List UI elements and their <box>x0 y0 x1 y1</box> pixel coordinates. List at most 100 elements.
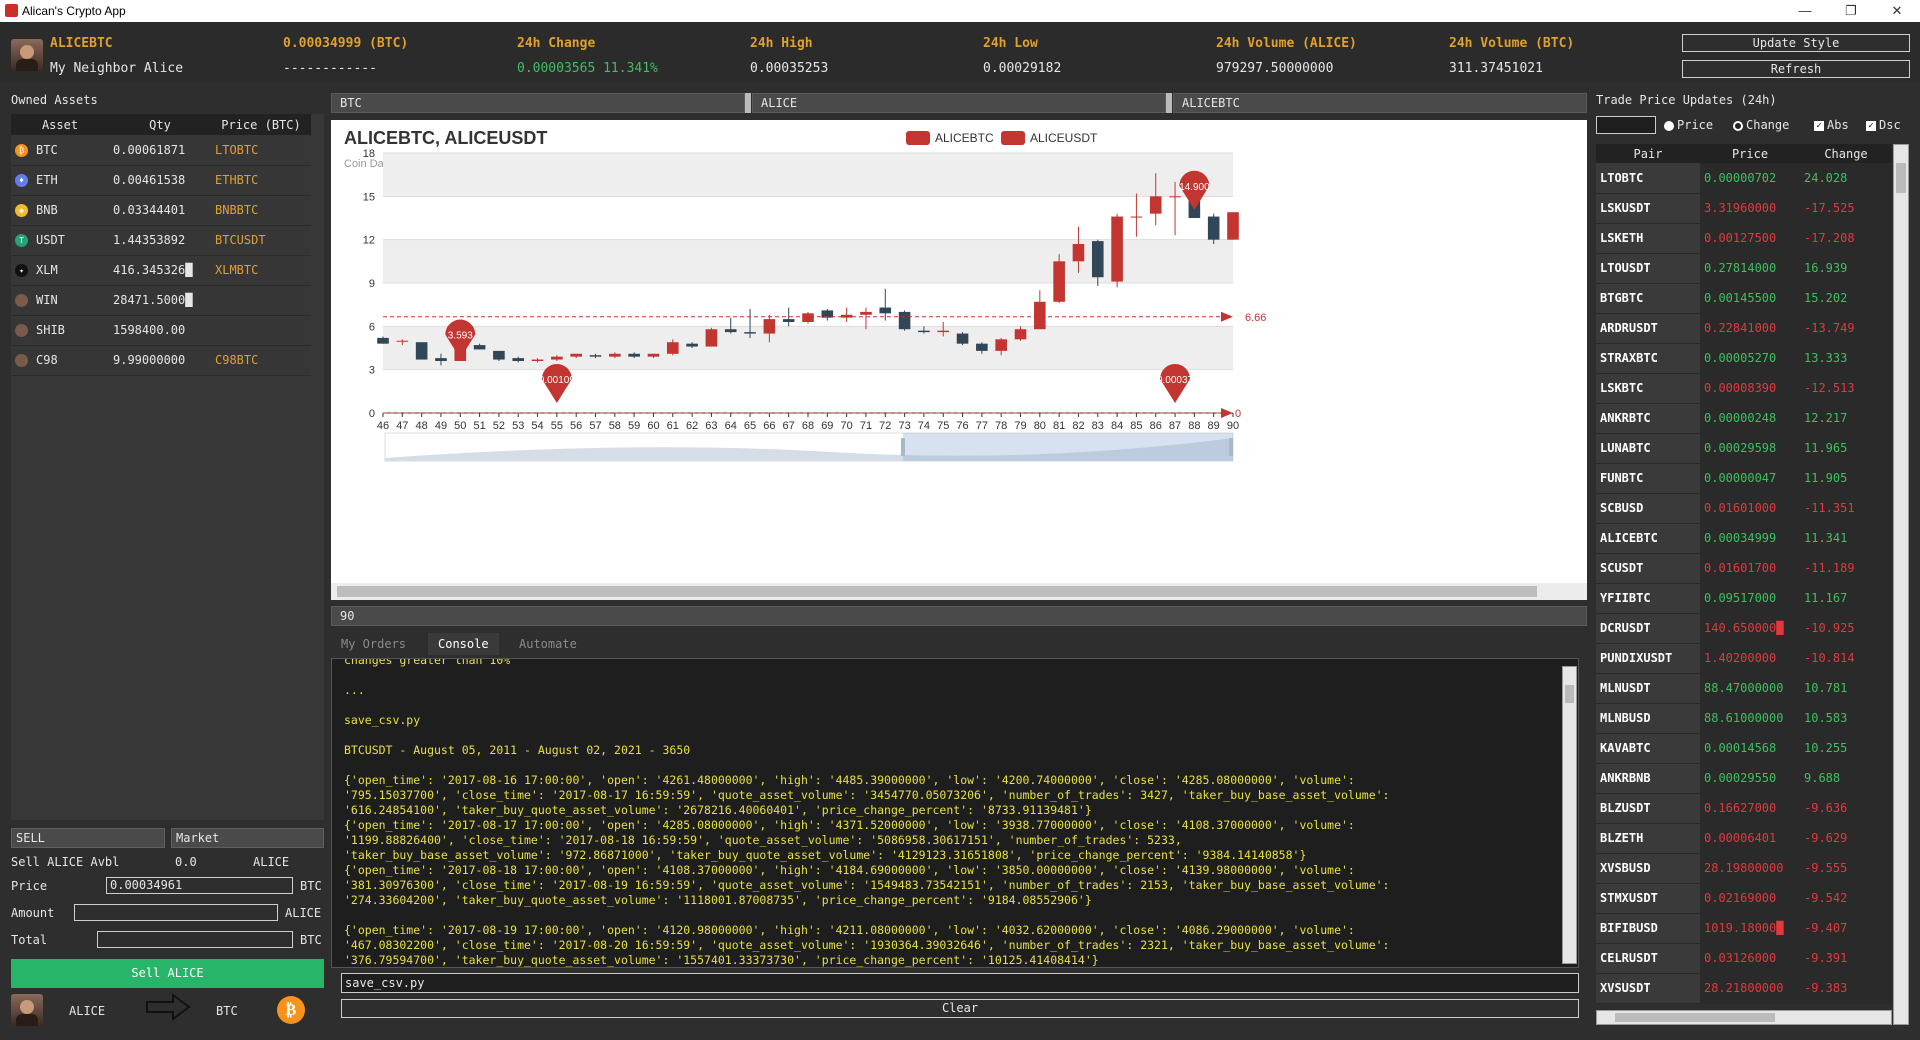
trade-pair[interactable]: ALICEBTC <box>1596 523 1700 554</box>
close-button[interactable]: ✕ <box>1874 0 1920 22</box>
trade-pair[interactable]: BLZUSDT <box>1596 793 1700 824</box>
total-input[interactable] <box>97 931 293 948</box>
price-pair-cell[interactable]: BNBBTC <box>211 195 311 226</box>
price-pair-cell[interactable]: BTCUSDT <box>211 225 311 256</box>
trade-pair[interactable]: STMXUSDT <box>1596 883 1700 914</box>
asset-row[interactable]: C98 9.99000000 C98BTC <box>11 345 311 376</box>
minimize-button[interactable]: — <box>1782 0 1828 22</box>
trade-row[interactable]: KAVABTC 0.00014568 10.255 <box>1596 733 1892 764</box>
col-pair[interactable]: Pair <box>1596 144 1700 163</box>
sell-button[interactable]: Sell ALICE <box>11 959 324 988</box>
trade-row[interactable]: PUNDIXUSDT 1.40200000 -10.814 <box>1596 643 1892 674</box>
trade-pair[interactable]: LSKETH <box>1596 223 1700 254</box>
trade-pair[interactable]: XVSUSDT <box>1596 973 1700 1004</box>
trade-row[interactable]: XVSUSDT 28.21800000 -9.383 <box>1596 973 1892 1004</box>
trade-pair[interactable]: LUNABTC <box>1596 433 1700 464</box>
price-pair-cell[interactable] <box>211 315 311 346</box>
tab-alicebtc[interactable]: ALICEBTC <box>1173 93 1587 113</box>
col-trade-price[interactable]: Price <box>1700 144 1800 163</box>
console-input[interactable]: save_csv.py <box>341 973 1579 993</box>
asset-row[interactable]: ✦ XLM 416.345326█ XLMBTC <box>11 255 311 286</box>
trade-pair[interactable]: YFIIBTC <box>1596 583 1700 614</box>
tab-console[interactable]: Console <box>428 633 499 655</box>
asset-row[interactable]: SHIB 1598400.00 <box>11 315 311 346</box>
console-vscroll-thumb[interactable] <box>1565 685 1574 703</box>
trade-row[interactable]: SCBUSD 0.01601000 -11.351 <box>1596 493 1892 524</box>
trade-pair[interactable]: ANKRBNB <box>1596 763 1700 794</box>
tab-alice[interactable]: ALICE <box>752 93 1166 113</box>
trade-pair[interactable]: LSKBTC <box>1596 373 1700 404</box>
trade-pair[interactable]: CELRUSDT <box>1596 943 1700 974</box>
trade-pair[interactable]: SCBUSD <box>1596 493 1700 524</box>
trade-pair[interactable]: ARDRUSDT <box>1596 313 1700 344</box>
trades-vscroll[interactable] <box>1893 144 1909 1025</box>
trade-row[interactable]: XVSBUSD 28.19800000 -9.555 <box>1596 853 1892 884</box>
price-pair-cell[interactable]: C98BTC <box>211 345 311 376</box>
trade-pair[interactable]: PUNDIXUSDT <box>1596 643 1700 674</box>
sort-change-radio[interactable]: Change <box>1733 118 1789 132</box>
sort-price-radio[interactable]: Price <box>1664 118 1713 132</box>
col-change[interactable]: Change <box>1800 144 1892 163</box>
trade-row[interactable]: BTGBTC 0.00145500 15.202 <box>1596 283 1892 314</box>
trade-row[interactable]: SCUSDT 0.01601700 -11.189 <box>1596 553 1892 584</box>
price-pair-cell[interactable]: LTOBTC <box>211 135 311 166</box>
tab-divider[interactable] <box>1166 93 1172 113</box>
side-select[interactable]: SELL <box>11 828 165 848</box>
trade-row[interactable]: ARDRUSDT 0.22841000 -13.749 <box>1596 313 1892 344</box>
asset-row[interactable]: ♦ ETH 0.00461538 ETHBTC <box>11 165 311 196</box>
trade-row[interactable]: ANKRBTC 0.00000248 12.217 <box>1596 403 1892 434</box>
trades-hscroll-thumb[interactable] <box>1615 1013 1775 1022</box>
trade-row[interactable]: BIFIBUSD 1019.18000█ -9.407 <box>1596 913 1892 944</box>
trade-row[interactable]: LTOUSDT 0.27814000 16.939 <box>1596 253 1892 284</box>
price-input[interactable]: 0.00034961 <box>106 877 293 894</box>
trades-vscroll-thumb[interactable] <box>1896 163 1906 193</box>
trade-pair[interactable]: ANKRBTC <box>1596 403 1700 434</box>
trade-row[interactable]: LSKUSDT 3.31960000 -17.525 <box>1596 193 1892 224</box>
trade-pair[interactable]: FUNBTC <box>1596 463 1700 494</box>
clear-button[interactable]: Clear <box>341 999 1579 1018</box>
trade-row[interactable]: BLZETH 0.00006401 -9.629 <box>1596 823 1892 854</box>
tab-my-orders[interactable]: My Orders <box>331 633 417 655</box>
col-price[interactable]: Price (BTC) <box>211 114 311 135</box>
trades-hscroll[interactable] <box>1596 1010 1892 1025</box>
trade-row[interactable]: LUNABTC 0.00029598 11.965 <box>1596 433 1892 464</box>
asset-row[interactable]: WIN 28471.5000█ <box>11 285 311 316</box>
trade-pair[interactable]: BLZETH <box>1596 823 1700 854</box>
tab-divider[interactable] <box>745 93 751 113</box>
trade-row[interactable]: YFIIBTC 0.09517000 11.167 <box>1596 583 1892 614</box>
candlestick-chart[interactable]: 036912151846 47 48 49 50 51 52 53 54 55 56 57 58 59 60… <box>331 120 1587 590</box>
price-pair-cell[interactable]: XLMBTC <box>211 255 311 286</box>
trade-pair[interactable]: STRAXBTC <box>1596 343 1700 374</box>
col-qty[interactable]: Qty <box>109 114 211 135</box>
update-style-button[interactable]: Update Style <box>1682 34 1910 52</box>
trade-pair[interactable]: LTOBTC <box>1596 163 1700 194</box>
price-pair-cell[interactable]: ETHBTC <box>211 165 311 196</box>
refresh-button[interactable]: Refresh <box>1682 60 1910 78</box>
trade-row[interactable]: LTOBTC 0.00000702 24.028 <box>1596 163 1892 194</box>
trade-pair[interactable]: BIFIBUSD <box>1596 913 1700 944</box>
chart-hscroll[interactable] <box>331 583 1587 600</box>
trade-row[interactable]: MLNUSDT 88.47000000 10.781 <box>1596 673 1892 704</box>
dsc-checkbox[interactable]: ✓ Dsc <box>1866 118 1901 132</box>
asset-row[interactable]: ₿ BTC 0.00061871 LTOBTC <box>11 135 311 166</box>
trade-pair[interactable]: XVSBUSD <box>1596 853 1700 884</box>
abs-checkbox[interactable]: ✓ Abs <box>1814 118 1849 132</box>
trade-row[interactable]: MLNBUSD 88.61000000 10.583 <box>1596 703 1892 734</box>
col-asset[interactable]: Asset <box>11 114 109 135</box>
trade-row[interactable]: LSKETH 0.00127500 -17.208 <box>1596 223 1892 254</box>
trade-pair[interactable]: BTGBTC <box>1596 283 1700 314</box>
tab-btc[interactable]: BTC <box>331 93 745 113</box>
trade-row[interactable]: ALICEBTC 0.00034999 11.341 <box>1596 523 1892 554</box>
trade-pair[interactable]: MLNBUSD <box>1596 703 1700 734</box>
asset-row[interactable]: ◆ BNB 0.03344401 BNBBTC <box>11 195 311 226</box>
trade-pair[interactable]: DCRUSDT <box>1596 613 1700 644</box>
trade-row[interactable]: ANKRBNB 0.00029550 9.688 <box>1596 763 1892 794</box>
trade-pair[interactable]: MLNUSDT <box>1596 673 1700 704</box>
trade-row[interactable]: LSKBTC 0.00008390 -12.513 <box>1596 373 1892 404</box>
price-pair-cell[interactable] <box>211 285 311 316</box>
console-vscroll[interactable] <box>1562 666 1577 964</box>
trade-row[interactable]: DCRUSDT 140.650000█ -10.925 <box>1596 613 1892 644</box>
tab-automate[interactable]: Automate <box>509 633 587 655</box>
trade-pair[interactable]: LSKUSDT <box>1596 193 1700 224</box>
amount-input[interactable] <box>74 904 278 921</box>
